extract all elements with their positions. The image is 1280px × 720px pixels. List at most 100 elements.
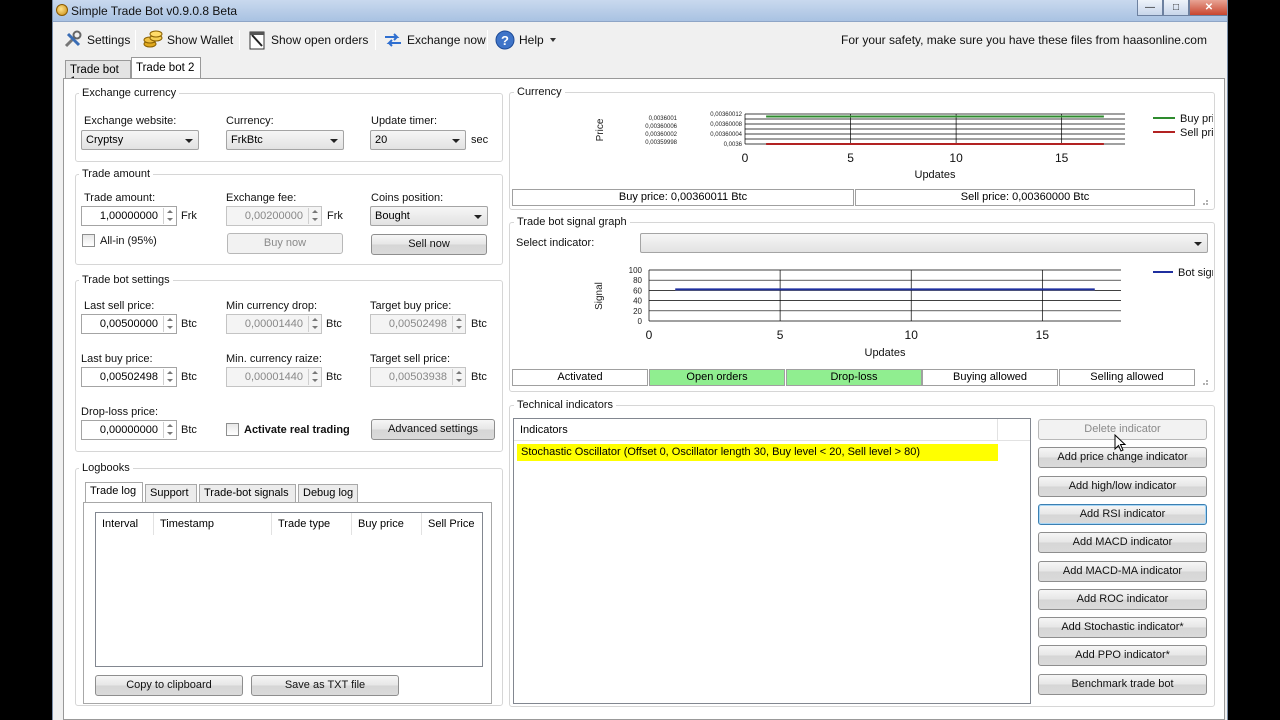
drop-loss-price-label: Drop-loss price:: [81, 406, 159, 418]
min-currency-drop-input[interactable]: 0,00001440: [226, 314, 322, 334]
show-wallet-label: Show Wallet: [167, 33, 234, 47]
exchange-fee-label: Exchange fee:: [226, 192, 297, 204]
coins-position-label: Coins position:: [371, 192, 444, 204]
column-header[interactable]: Trade type: [272, 513, 352, 535]
coins-position-select[interactable]: Bought: [370, 206, 488, 226]
min-currency-raize-label: Min. currency raize:: [226, 353, 322, 365]
tab-trade-log[interactable]: Trade log: [85, 482, 143, 503]
tab-trade-bot-1[interactable]: Trade bot 1: [65, 60, 131, 88]
tools-icon: [63, 30, 83, 50]
target-sell-price-input[interactable]: 0,00503938: [370, 367, 466, 387]
add-high-low-indicator-button[interactable]: Add high/low indicator: [1038, 475, 1207, 497]
spinner-arrows-icon[interactable]: [308, 369, 320, 385]
spinner-arrows-icon[interactable]: [452, 369, 464, 385]
y-axis-label: Signal: [594, 282, 605, 310]
y-tick-label: 0: [638, 317, 643, 326]
currency-select[interactable]: FrkBtc: [226, 130, 344, 150]
column-header[interactable]: Interval: [96, 513, 154, 535]
logbooks-heading: Logbooks: [79, 462, 133, 474]
select-indicator-label: Select indicator:: [516, 237, 595, 249]
unit-label: Btc: [326, 371, 342, 383]
spinner-arrows-icon[interactable]: [163, 422, 175, 438]
trade-amount-value: 1,00000000: [99, 210, 158, 222]
tab-debug-log[interactable]: Debug log: [298, 484, 358, 502]
show-open-orders-button[interactable]: Show open orders: [247, 27, 368, 53]
column-header[interactable]: Buy price: [352, 513, 422, 535]
sell-now-button[interactable]: Sell now: [371, 234, 487, 255]
spinner-arrows-icon[interactable]: [308, 316, 320, 332]
indicator-row[interactable]: Stochastic Oscillator (Offset 0, Oscilla…: [517, 444, 998, 461]
update-timer-unit: sec: [471, 134, 489, 146]
last-buy-price-value: 0,00502498: [99, 371, 158, 383]
signal-graph-heading: Trade bot signal graph: [514, 216, 630, 228]
resize-grip-icon[interactable]: [1199, 196, 1209, 206]
activate-real-trading-checkbox[interactable]: [226, 423, 239, 436]
toolbar: Settings Show Wallet Show open orders Ex…: [53, 27, 1227, 53]
status-selling-allowed: Selling allowed: [1059, 369, 1195, 386]
tab-trade-bot-2[interactable]: Trade bot 2: [131, 57, 201, 79]
column-header[interactable]: Timestamp: [154, 513, 272, 535]
add-rsi-indicator-button[interactable]: Add RSI indicator: [1038, 503, 1207, 525]
y-axis-label: Price: [595, 118, 606, 141]
add-roc-indicator-button[interactable]: Add ROC indicator: [1038, 588, 1207, 610]
maximize-button[interactable]: □: [1163, 0, 1189, 16]
mouse-cursor-icon: [1114, 434, 1127, 452]
indicators-list[interactable]: Indicators Stochastic Oscillator (Offset…: [513, 418, 1031, 704]
minimize-button[interactable]: —: [1137, 0, 1163, 16]
legend-label: Bot signal: [1178, 267, 1213, 279]
add-macd-ma-indicator-button[interactable]: Add MACD-MA indicator: [1038, 560, 1207, 582]
exchange-website-value: Cryptsy: [86, 134, 124, 146]
exchange-fee-input[interactable]: 0,00200000: [226, 206, 322, 226]
close-button[interactable]: ✕: [1189, 0, 1227, 16]
trade-amount-input[interactable]: 1,00000000: [81, 206, 177, 226]
target-buy-price-label: Target buy price:: [370, 300, 452, 312]
last-buy-price-input[interactable]: 0,00502498: [81, 367, 177, 387]
target-buy-price-input[interactable]: 0,00502498: [370, 314, 466, 334]
drop-loss-price-input[interactable]: 0,00000000: [81, 420, 177, 440]
show-open-orders-label: Show open orders: [271, 33, 369, 47]
copy-to-clipboard-button[interactable]: Copy to clipboard: [95, 675, 243, 696]
spinner-arrows-icon[interactable]: [452, 316, 464, 332]
min-currency-raize-input[interactable]: 0,00001440: [226, 367, 322, 387]
indicators-column-header[interactable]: Indicators: [514, 419, 998, 441]
spinner-arrows-icon[interactable]: [163, 208, 175, 224]
help-menu-button[interactable]: ? Help: [495, 27, 556, 53]
trade-log-table[interactable]: Interval Timestamp Trade type Buy price …: [95, 512, 483, 667]
add-ppo-indicator-button[interactable]: Add PPO indicator*: [1038, 645, 1207, 667]
add-stochastic-indicator-button[interactable]: Add Stochastic indicator*: [1038, 617, 1207, 639]
all-in-checkbox[interactable]: [82, 234, 95, 247]
resize-grip-icon[interactable]: [1199, 376, 1209, 386]
tab-support[interactable]: Support: [145, 484, 197, 502]
orders-icon: [247, 30, 267, 50]
last-sell-price-input[interactable]: 0,00500000: [81, 314, 177, 334]
x-tick-label: 15: [1055, 151, 1069, 165]
update-timer-value: 20: [375, 134, 388, 146]
y-tick-label: 0,00360008: [710, 122, 742, 128]
spinner-arrows-icon[interactable]: [308, 208, 320, 224]
spinner-arrows-icon[interactable]: [163, 316, 175, 332]
y-tick-label: 0,00359998: [645, 140, 677, 146]
add-macd-indicator-button[interactable]: Add MACD indicator: [1038, 532, 1207, 554]
y-tick-label: 80: [633, 276, 642, 285]
exchange-now-button[interactable]: Exchange now: [383, 27, 486, 53]
status-drop-loss: Drop-loss: [786, 369, 922, 386]
all-in-label: All-in (95%): [100, 235, 157, 247]
x-tick-label: 10: [905, 328, 919, 342]
exchange-website-select[interactable]: Cryptsy: [81, 130, 199, 150]
benchmark-trade-bot-button[interactable]: Benchmark trade bot: [1038, 673, 1207, 695]
target-sell-price-label: Target sell price:: [370, 353, 451, 365]
update-timer-select[interactable]: 20: [370, 130, 466, 150]
unit-label: Btc: [326, 318, 342, 330]
tab-trade-bot-signals[interactable]: Trade-bot signals: [199, 484, 296, 502]
show-wallet-button[interactable]: Show Wallet: [143, 27, 233, 53]
advanced-settings-button[interactable]: Advanced settings: [371, 419, 495, 440]
select-indicator-select[interactable]: [640, 233, 1208, 253]
buy-now-button[interactable]: Buy now: [227, 233, 343, 254]
column-header[interactable]: Sell Price: [422, 513, 482, 535]
spinner-arrows-icon[interactable]: [163, 369, 175, 385]
x-tick-label: 15: [1036, 328, 1050, 342]
settings-button[interactable]: Settings: [63, 27, 130, 53]
save-as-txt-button[interactable]: Save as TXT file: [251, 675, 399, 696]
unit-label: Btc: [471, 318, 487, 330]
last-sell-price-label: Last sell price:: [84, 300, 155, 312]
